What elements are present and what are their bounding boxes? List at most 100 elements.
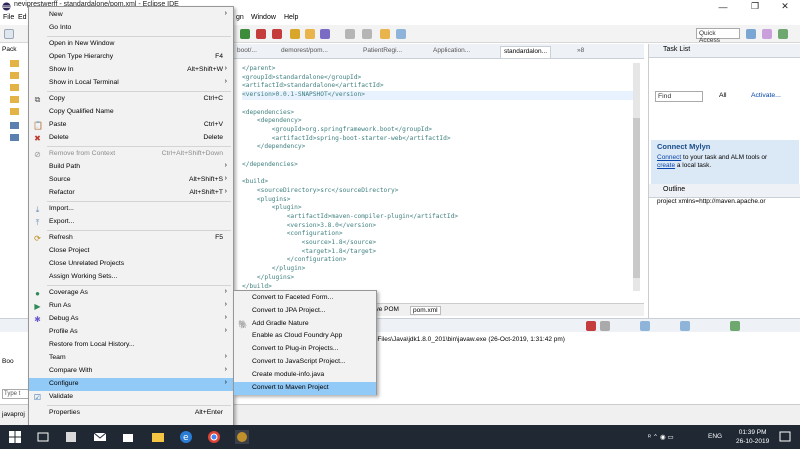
menu-item-build-path[interactable]: Build Path › — [29, 161, 233, 174]
stop-icon[interactable] — [256, 29, 266, 39]
folder-icon[interactable] — [305, 29, 315, 39]
next-annotation-icon[interactable] — [362, 29, 372, 39]
menu-item-paste[interactable]: 📋 Paste Ctrl+V — [29, 119, 233, 132]
menu-item-go-into[interactable]: Go Into — [29, 22, 233, 35]
menu-item-restore-from-local-history[interactable]: Restore from Local History... — [29, 339, 233, 352]
file-explorer-icon[interactable] — [151, 430, 165, 444]
scrollbar-thumb[interactable] — [633, 118, 640, 278]
code-area[interactable]: </parent> <groupId>standardalone</groupId… — [242, 65, 634, 291]
menu-item-convert-to-faceted-form[interactable]: Convert to Faceted Form... — [234, 292, 376, 305]
menu-item-convert-to-javascript-project[interactable]: Convert to JavaScript Project... — [234, 356, 376, 369]
back-icon[interactable] — [380, 29, 390, 39]
task-list-header[interactable]: Task List — [649, 44, 800, 58]
menu-item-close-unrelated-projects[interactable]: Close Unrelated Projects — [29, 258, 233, 271]
language-indicator[interactable]: ENG — [708, 433, 722, 440]
editor-tab[interactable]: Application... — [430, 46, 473, 58]
new-icon[interactable] — [4, 29, 14, 39]
package-explorer-tab[interactable]: Pack — [2, 46, 16, 53]
run-icon[interactable] — [240, 29, 250, 39]
boot-dashboard-label[interactable]: Boo — [2, 358, 14, 365]
menu-item-new[interactable]: New › — [29, 9, 233, 22]
menu-item-coverage-as[interactable]: ● Coverage As › — [29, 287, 233, 300]
sticky-notes-icon[interactable] — [64, 430, 78, 444]
tray-icons[interactable]: ᴿ ⌃ ◉ ▭ — [648, 433, 674, 441]
menu-item-source[interactable]: Source Alt+Shift+S › — [29, 174, 233, 187]
menu-navigate[interactable]: gn — [236, 14, 244, 21]
task-view-icon[interactable] — [36, 430, 50, 444]
java-perspective-icon[interactable] — [778, 29, 788, 39]
menu-item-compare-with[interactable]: Compare With › — [29, 365, 233, 378]
effective-pom-tab[interactable]: ive POM — [374, 306, 399, 313]
menu-help[interactable]: Help — [284, 14, 298, 21]
editor-tab-overflow[interactable]: »8 — [574, 46, 587, 58]
menu-item-export[interactable]: ⤒ Export... — [29, 216, 233, 229]
editor-scrollbar[interactable] — [633, 63, 640, 291]
open-type-icon[interactable] — [290, 29, 300, 39]
menu-item-remove-from-context[interactable]: ⊘ Remove from Context Ctrl+Alt+Shift+Down — [29, 148, 233, 161]
store-icon[interactable] — [121, 430, 135, 444]
menu-item-properties[interactable]: Properties Alt+Enter — [29, 407, 233, 420]
menu-file[interactable]: File — [3, 14, 14, 21]
menu-edit[interactable]: Ed — [18, 14, 27, 21]
menu-item-validate[interactable]: ☑ Validate — [29, 391, 233, 404]
menu-item-open-type-hierarchy[interactable]: Open Type Hierarchy F4 — [29, 51, 233, 64]
menu-item-convert-to-maven-project[interactable]: Convert to Maven Project — [234, 381, 376, 395]
editor-tab[interactable]: demorest/pom... — [278, 46, 331, 58]
connect-link[interactable]: Connect — [657, 154, 681, 161]
search-tool-icon[interactable] — [320, 29, 330, 39]
scroll-lock-icon[interactable] — [640, 321, 650, 331]
menu-item-close-project[interactable]: Close Project — [29, 245, 233, 258]
mail-icon[interactable] — [93, 430, 107, 444]
eclipse-taskbar-icon[interactable] — [235, 430, 249, 444]
menu-item-refresh[interactable]: ⟳ Refresh F5 — [29, 232, 233, 245]
editor-tab[interactable]: boot/... — [234, 46, 260, 58]
menu-item-debug-as[interactable]: ✱ Debug As › — [29, 313, 233, 326]
close-window-button[interactable]: ✕ — [770, 0, 800, 13]
menu-item-import[interactable]: ⤓ Import... — [29, 203, 233, 216]
chrome-icon[interactable] — [207, 430, 221, 444]
editor-tab[interactable]: PatientRegi... — [360, 46, 405, 58]
menu-item-open-in-new-window[interactable]: Open in New Window — [29, 38, 233, 51]
menu-item-create-module-info-java[interactable]: Create module-info.java — [234, 369, 376, 382]
menu-item-delete[interactable]: ✖ Delete Delete — [29, 132, 233, 145]
quick-access-input[interactable]: Quick Access — [696, 28, 740, 44]
menu-item-convert-to-jpa-project[interactable]: Convert to JPA Project... — [234, 305, 376, 318]
menu-window[interactable]: Window — [251, 14, 276, 21]
menu-item-add-gradle-nature[interactable]: 🐘 Add Gradle Nature — [234, 318, 376, 331]
menu-item-show-in-local-terminal[interactable]: Show in Local Terminal › — [29, 77, 233, 90]
outline-project-node[interactable]: project xmlns=http://maven.apache.or — [657, 198, 766, 205]
perspective-icon[interactable] — [746, 29, 756, 39]
outline-header[interactable]: Outline — [649, 184, 800, 198]
all-filter-link[interactable]: All — [719, 92, 727, 99]
notifications-icon[interactable] — [778, 430, 792, 444]
minimize-button[interactable]: — — [708, 0, 738, 13]
activate-link[interactable]: Activate... — [751, 92, 781, 99]
pom-xml-tab[interactable]: pom.xml — [410, 306, 441, 315]
windows-start-icon[interactable] — [8, 430, 22, 444]
java-ee-perspective-icon[interactable] — [762, 29, 772, 39]
restore-button[interactable]: ❐ — [740, 0, 770, 13]
annotation-icon[interactable] — [345, 29, 355, 39]
remove-launch-icon[interactable] — [600, 321, 610, 331]
debug-config-icon[interactable] — [272, 29, 282, 39]
menu-item-copy-qualified-name[interactable]: Copy Qualified Name — [29, 106, 233, 119]
menu-item-team[interactable]: Team › — [29, 352, 233, 365]
pin-console-icon[interactable] — [680, 321, 690, 331]
terminate-icon[interactable] — [586, 321, 596, 331]
editor-tab-active[interactable]: standardalon... — [500, 46, 552, 58]
menu-item-assign-working-sets[interactable]: Assign Working Sets... — [29, 271, 233, 284]
open-console-icon[interactable] — [730, 321, 740, 331]
menu-item-profile-as[interactable]: Profile As › — [29, 326, 233, 339]
clock[interactable]: 01:39 PM 26-10-2019 — [736, 428, 769, 446]
create-link[interactable]: create — [657, 162, 675, 169]
edge-browser-icon[interactable]: e — [179, 430, 193, 444]
menu-item-refactor[interactable]: Refactor Alt+Shift+T › — [29, 187, 233, 200]
menu-item-configure[interactable]: Configure › — [29, 378, 233, 391]
forward-icon[interactable] — [396, 29, 406, 39]
menu-item-run-as[interactable]: ▶ Run As › — [29, 300, 233, 313]
task-find-input[interactable]: Find — [655, 91, 703, 102]
xml-editor[interactable]: </parent> <groupId>standardalone</groupId… — [234, 59, 644, 303]
menu-item-convert-to-plug-in-projects[interactable]: Convert to Plug-in Projects... — [234, 343, 376, 356]
menu-item-show-in[interactable]: Show In Alt+Shift+W › — [29, 64, 233, 77]
menu-item-copy[interactable]: ⧉ Copy Ctrl+C — [29, 93, 233, 106]
